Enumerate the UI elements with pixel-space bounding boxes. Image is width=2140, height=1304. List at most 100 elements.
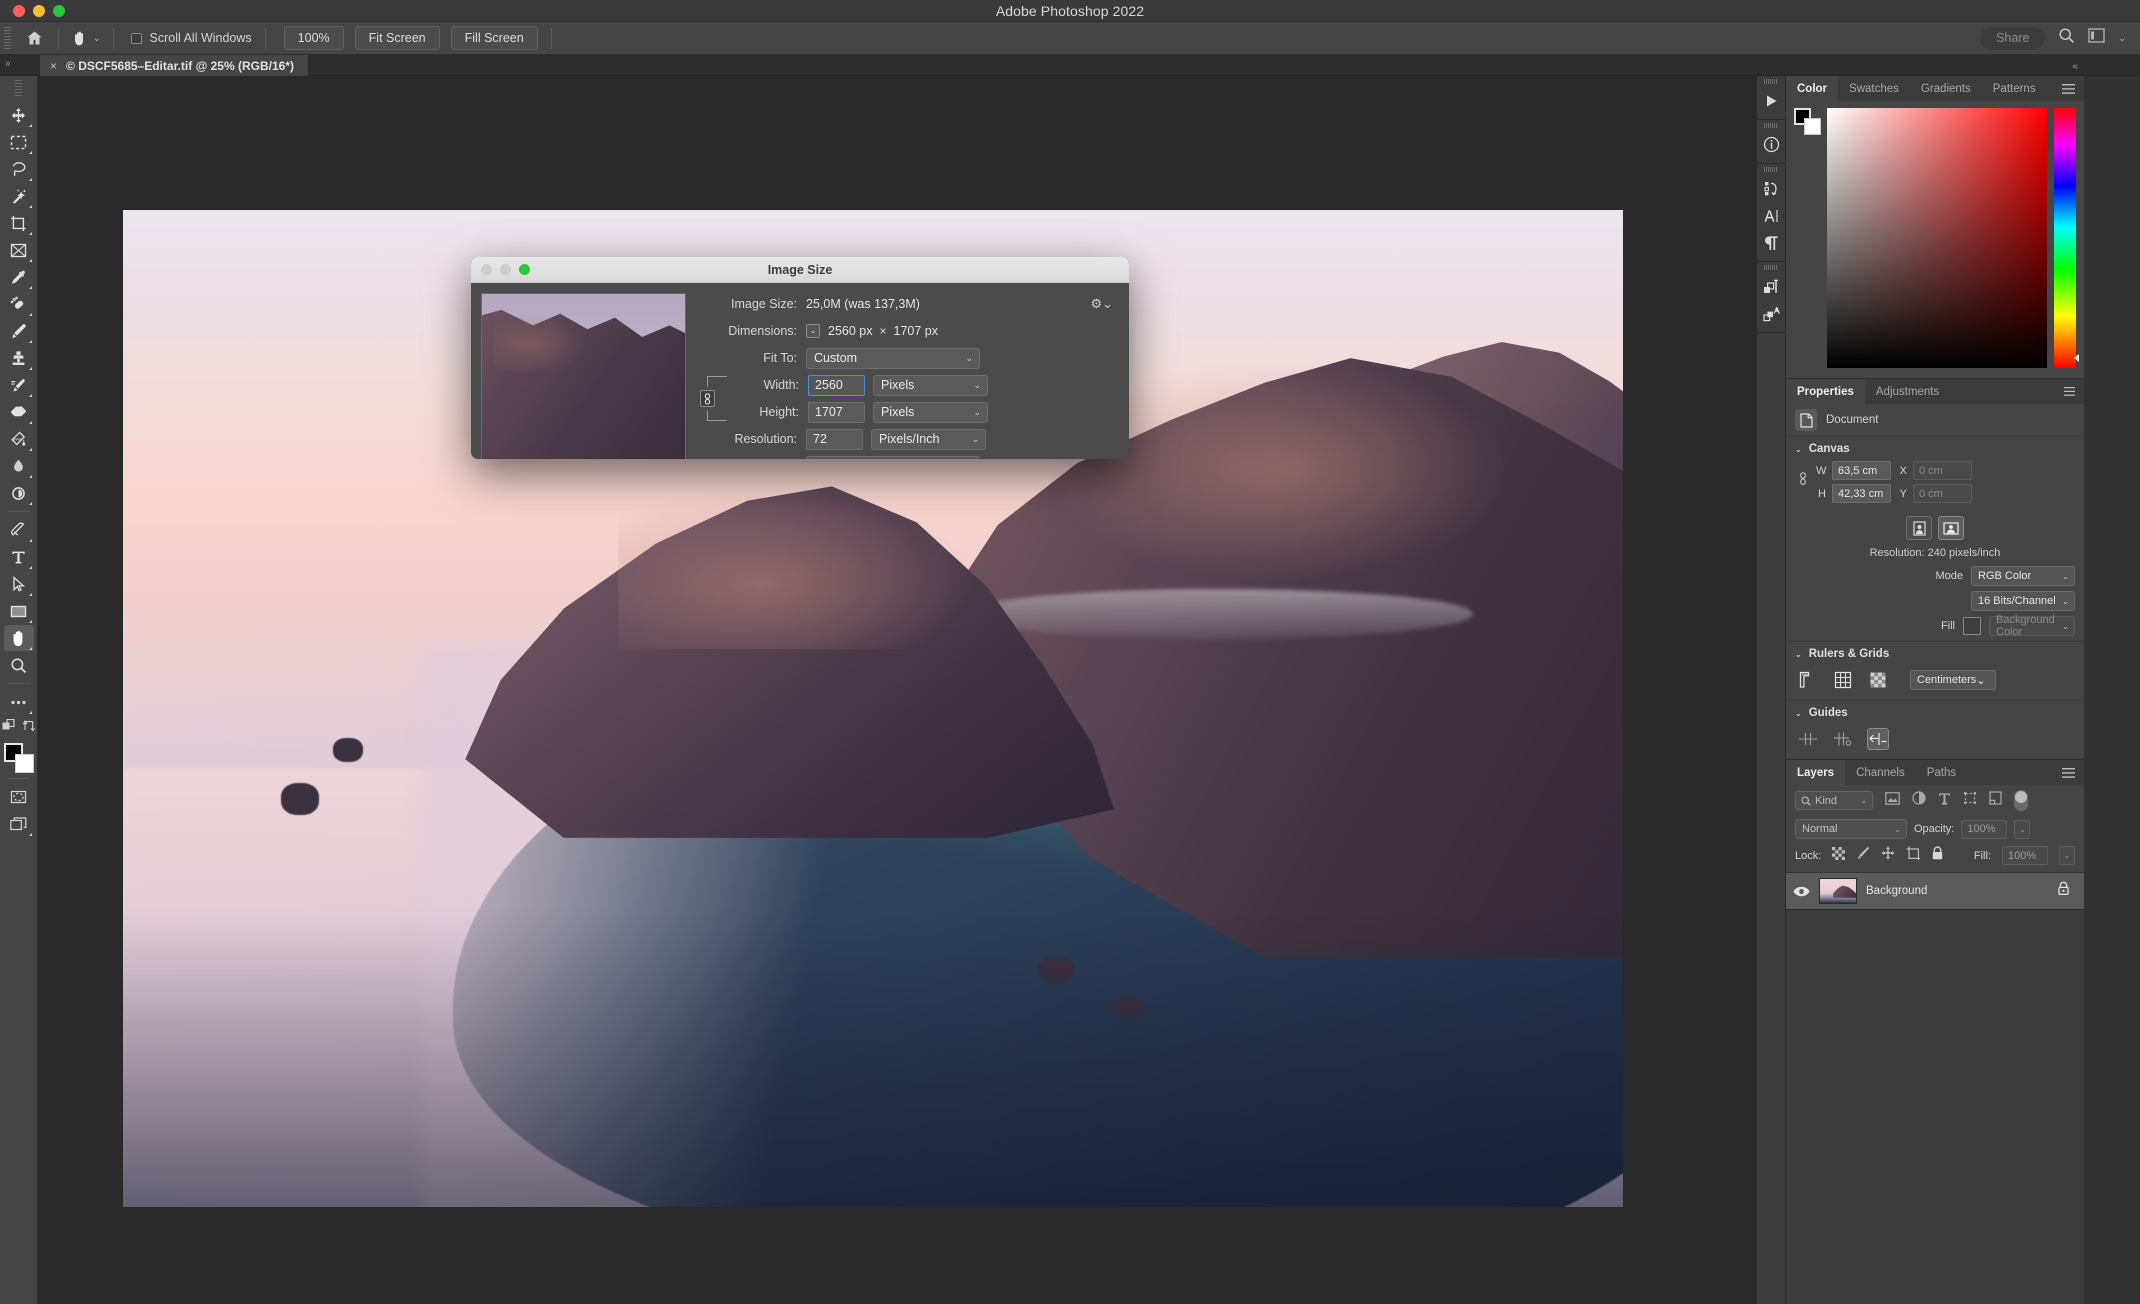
collapse-left-icon[interactable]: » [5, 58, 11, 69]
guides-icon[interactable] [1797, 728, 1819, 750]
filter-pixel-icon[interactable] [1885, 791, 1900, 810]
scroll-all-windows-checkbox[interactable]: Scroll All Windows [130, 31, 252, 45]
tab-adjustments[interactable]: Adjustments [1865, 379, 1950, 404]
dialog-title-bar[interactable]: Image Size [471, 257, 1129, 283]
chevron-down-icon[interactable]: ⌄ [2118, 33, 2126, 44]
layer-comps-icon[interactable] [1757, 273, 1785, 300]
rail-gripper[interactable] [1764, 79, 1778, 84]
lock-all-padlock-icon[interactable] [1931, 846, 1944, 865]
zoom-tool[interactable] [4, 652, 34, 678]
lock-transparent-pixels-icon[interactable] [1832, 846, 1846, 865]
quick-mask-icon[interactable] [4, 784, 34, 810]
brush-tool[interactable] [4, 318, 34, 344]
canvas-fill-swatch[interactable] [1963, 617, 1981, 635]
canvas-h-input[interactable]: 42,33 cm [1832, 484, 1891, 503]
portrait-orientation-button[interactable] [1906, 516, 1932, 540]
options-bar-gripper[interactable] [4, 27, 11, 49]
filter-type-icon[interactable] [1938, 792, 1951, 810]
info-icon[interactable] [1757, 131, 1785, 158]
lasso-tool[interactable] [4, 156, 34, 182]
canvas-y-input[interactable]: 0 cm [1913, 484, 1972, 503]
fill-stepper[interactable]: ⌄ [2059, 846, 2075, 865]
rectangle-tool[interactable] [4, 598, 34, 624]
canvas-bit-depth-select[interactable]: 16 Bits/Channel ⌄ [1971, 591, 2075, 611]
document-tab[interactable]: × © DSCF5685–Editar.tif @ 25% (RGB/16*) [40, 55, 309, 76]
image-size-dialog[interactable]: Image Size Image Size: 25,0M (was 137,3M… [471, 257, 1129, 459]
filter-enable-toggle[interactable] [2014, 790, 2028, 811]
default-colors-icon[interactable] [2, 718, 17, 739]
type-tool[interactable] [4, 544, 34, 570]
canvas-fill-select[interactable]: Background Color ⌄ [1989, 614, 2075, 638]
home-icon[interactable] [17, 26, 51, 50]
guides-lock-icon[interactable] [1832, 728, 1854, 750]
filter-smart-object-icon[interactable] [1989, 791, 2002, 810]
edit-toolbar-ellipsis-icon[interactable] [4, 689, 34, 715]
layer-thumbnail[interactable] [1819, 878, 1857, 904]
gradient-tool[interactable] [4, 426, 34, 452]
resample-method-select[interactable]: Preserve Details 2.0 ⌄ [806, 455, 980, 459]
blur-tool[interactable] [4, 453, 34, 479]
layer-kind-filter[interactable]: Kind ⌄ [1795, 791, 1873, 810]
tab-layers[interactable]: Layers [1786, 760, 1846, 785]
background-color-swatch[interactable] [1804, 118, 1821, 135]
layer-name[interactable]: Background [1866, 885, 1927, 897]
tab-patterns[interactable]: Patterns [1982, 76, 2047, 101]
close-icon[interactable]: × [50, 59, 57, 73]
toolbar-gripper[interactable] [15, 80, 22, 96]
height-unit-select[interactable]: Pixels ⌄ [873, 401, 988, 423]
collapse-right-icon[interactable]: « [2072, 61, 2078, 72]
active-tool-well[interactable]: ⌄ [66, 30, 106, 47]
color-field[interactable] [1827, 108, 2047, 368]
tab-properties[interactable]: Properties [1786, 379, 1865, 404]
checkerboard-icon[interactable] [1867, 669, 1889, 691]
fit-screen-button[interactable]: Fit Screen [354, 26, 440, 50]
lock-artboard-nesting-icon[interactable] [1906, 846, 1921, 865]
path-selection-tool[interactable] [4, 571, 34, 597]
canvas-area[interactable]: Image Size Image Size: 25,0M (was 137,3M… [38, 76, 1756, 1304]
rectangular-marquee-tool[interactable] [4, 129, 34, 155]
opacity-stepper[interactable]: ⌄ [2014, 819, 2031, 839]
width-unit-select[interactable]: Pixels ⌄ [873, 374, 988, 396]
dimensions-units-dropdown[interactable]: ⌄ [806, 324, 820, 338]
landscape-orientation-button[interactable] [1938, 516, 1964, 540]
tab-swatches[interactable]: Swatches [1838, 76, 1910, 101]
canvas-mode-select[interactable]: RGB Color ⌄ [1971, 566, 2075, 586]
ruler-units-select[interactable]: Centimeters ⌄ [1910, 670, 1996, 690]
chevron-down-icon[interactable]: ⌄ [1795, 650, 1802, 659]
panel-menu-icon[interactable] [2055, 379, 2084, 404]
hue-slider[interactable] [2054, 108, 2079, 368]
image-preview[interactable] [481, 293, 686, 459]
swap-arrows-icon[interactable] [22, 719, 36, 739]
tab-gradients[interactable]: Gradients [1910, 76, 1982, 101]
gear-icon[interactable]: ⚙⌄ [1090, 296, 1117, 312]
resolution-input[interactable]: 72 [806, 428, 863, 450]
checkbox-box[interactable] [130, 32, 142, 44]
ruler-icon[interactable] [1797, 669, 1819, 691]
canvas-x-input[interactable]: 0 cm [1913, 461, 1972, 480]
guides-section-header[interactable]: ⌄ Guides [1786, 700, 2084, 723]
color-swatches[interactable] [3, 743, 34, 773]
grid-icon[interactable] [1832, 669, 1854, 691]
object-selection-tool[interactable] [4, 183, 34, 209]
share-button[interactable]: Share [1980, 26, 2046, 50]
history-brush-tool[interactable] [4, 372, 34, 398]
layer-row-background[interactable]: Background [1786, 873, 2084, 909]
paragraph-icon[interactable] [1757, 229, 1785, 256]
lock-position-icon[interactable] [1881, 846, 1895, 865]
hand-tool[interactable] [3, 625, 34, 651]
rail-gripper[interactable] [1764, 167, 1778, 172]
move-tool[interactable] [4, 102, 34, 128]
crop-tool[interactable] [4, 210, 34, 236]
pen-tool[interactable] [4, 517, 34, 543]
canvas-w-input[interactable]: 63,5 cm [1832, 461, 1891, 480]
tab-channels[interactable]: Channels [1845, 760, 1916, 785]
background-color-swatch[interactable] [14, 754, 34, 773]
panel-menu-icon[interactable] [2053, 76, 2084, 101]
frame-tool[interactable] [4, 237, 34, 263]
chevron-down-icon[interactable]: ⌄ [1795, 709, 1802, 718]
tab-paths[interactable]: Paths [1916, 760, 1967, 785]
clone-stamp-tool[interactable] [4, 345, 34, 371]
rulers-grids-section-header[interactable]: ⌄ Rulers & Grids [1786, 641, 2084, 664]
snap-guides-icon[interactable] [1867, 728, 1889, 750]
height-input[interactable]: 1707 [808, 401, 865, 423]
